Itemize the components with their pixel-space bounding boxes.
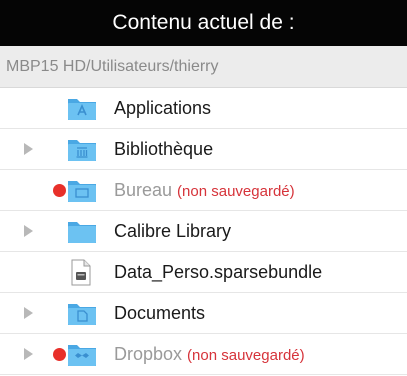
disclosure-triangle-icon[interactable] bbox=[24, 348, 33, 360]
header-title: Contenu actuel de : bbox=[112, 11, 295, 34]
item-label: Data_Perso.sparsebundle bbox=[114, 262, 323, 282]
folder-icon bbox=[68, 222, 96, 243]
panel-header: Contenu actuel de : bbox=[0, 0, 407, 46]
item-label: Dropbox bbox=[114, 344, 183, 364]
disclosure-triangle-icon[interactable] bbox=[24, 143, 33, 155]
excluded-indicator-icon bbox=[53, 348, 66, 361]
file-list: Applications Bibliothèque Bureau (non sau… bbox=[0, 88, 407, 375]
applications-folder-icon bbox=[68, 99, 96, 120]
desktop-folder-icon bbox=[68, 181, 96, 202]
item-label-row: Dropbox (non sauvegardé) bbox=[114, 334, 305, 376]
item-label-row: Bureau (non sauvegardé) bbox=[114, 170, 295, 212]
sparsebundle-file-icon bbox=[71, 259, 91, 286]
library-folder-icon bbox=[68, 140, 96, 161]
disclosure-triangle-icon[interactable] bbox=[24, 307, 33, 319]
excluded-indicator-icon bbox=[53, 184, 66, 197]
item-label: Documents bbox=[114, 303, 206, 323]
not-saved-note: (non sauvegardé) bbox=[187, 347, 305, 364]
list-item-documents[interactable]: Documents bbox=[0, 293, 407, 334]
disclosure-triangle-icon[interactable] bbox=[24, 225, 33, 237]
dropbox-folder-icon bbox=[68, 345, 96, 366]
item-label: Bibliothèque bbox=[114, 139, 214, 159]
not-saved-note: (non sauvegardé) bbox=[177, 183, 295, 200]
list-item-bibliotheque[interactable]: Bibliothèque bbox=[0, 129, 407, 170]
current-path: MBP15 HD/Utilisateurs/thierry bbox=[0, 46, 407, 88]
item-label: Applications bbox=[114, 98, 212, 118]
documents-folder-icon bbox=[68, 304, 96, 325]
item-label: Bureau bbox=[114, 180, 173, 200]
list-item-applications[interactable]: Applications bbox=[0, 88, 407, 129]
list-item-dropbox[interactable]: Dropbox (non sauvegardé) bbox=[0, 334, 407, 375]
item-label: Calibre Library bbox=[114, 221, 232, 241]
list-item-bureau[interactable]: Bureau (non sauvegardé) bbox=[0, 170, 407, 211]
list-item-data-perso[interactable]: Data_Perso.sparsebundle bbox=[0, 252, 407, 293]
list-item-calibre-library[interactable]: Calibre Library bbox=[0, 211, 407, 252]
